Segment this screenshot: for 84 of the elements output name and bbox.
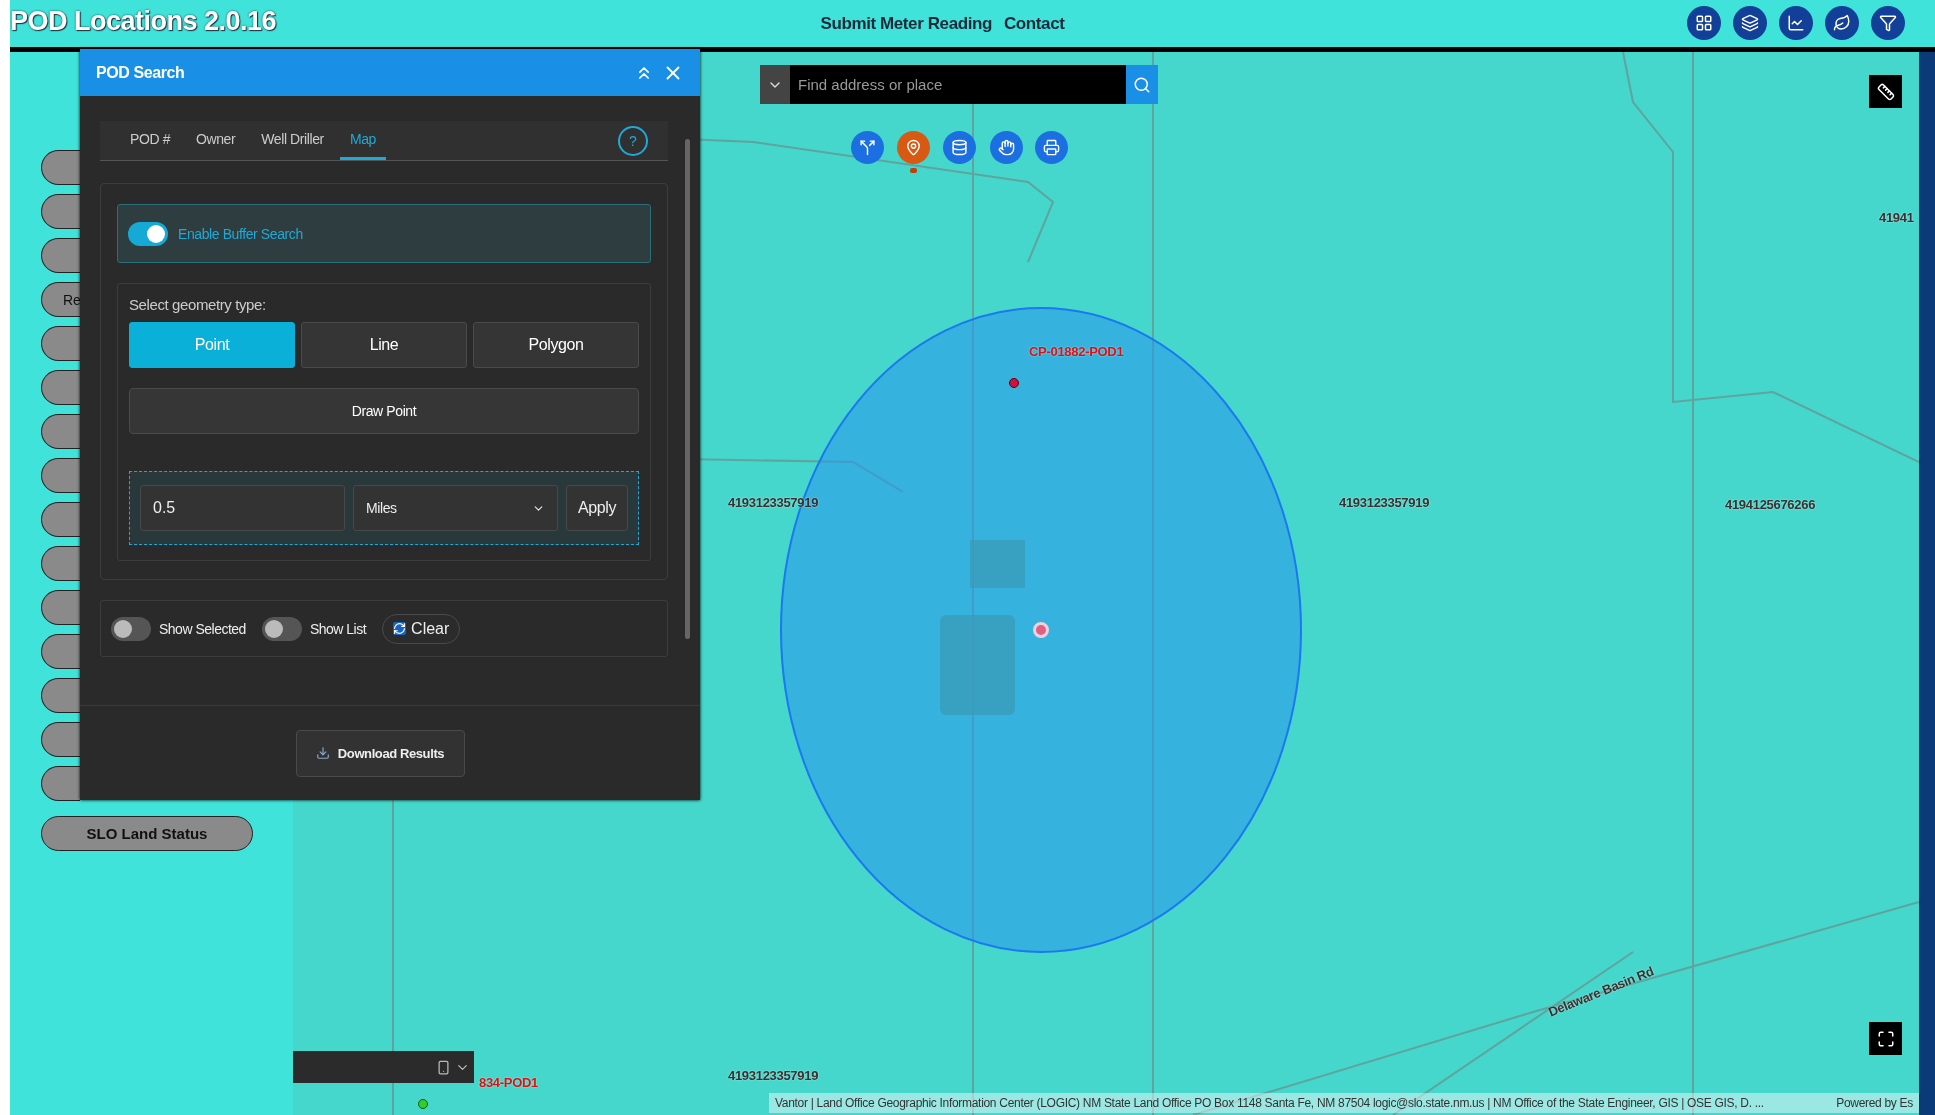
layer-button[interactable] [41,194,80,229]
parcel-label: 4193123357919 [728,1068,819,1083]
tab[interactable]: Well Driller [251,121,334,160]
search-field[interactable]: Find address or place [790,65,1126,104]
well-marker[interactable] [1009,378,1019,388]
layer-button[interactable] [41,414,80,449]
geometry-label: Select geometry type: [129,296,267,313]
layer-button[interactable]: SLO Land Status [41,816,253,851]
download-icon [315,746,330,760]
layer-button[interactable] [41,326,80,361]
distance-field[interactable]: 0.5 [140,485,345,531]
fullscreen-icon [1876,1029,1895,1048]
hand-icon [998,139,1015,156]
tab[interactable]: POD # [120,121,180,160]
database-tool-button[interactable] [943,131,976,164]
chart-button[interactable] [1779,6,1813,40]
layer-button[interactable] [41,590,80,625]
layer-button[interactable] [41,634,80,669]
well-marker[interactable] [418,1099,428,1109]
parcel-label: 4193123357919 [1339,495,1430,510]
toggle-label: Show List [309,620,367,637]
panel-title: POD Search [96,63,186,82]
filter-button[interactable] [1871,6,1905,40]
refresh-icon [393,622,407,635]
nav-link[interactable]: Contact [1004,13,1065,34]
tab[interactable]: Map [339,121,386,160]
printer-icon [1043,139,1060,156]
printer-tool-button[interactable] [1035,131,1068,164]
clear-button[interactable]: Clear [382,613,461,644]
parcel-label: 41941 [1879,210,1914,225]
search-button[interactable] [1126,65,1158,104]
layers-icon [1741,14,1759,32]
unit-select[interactable]: Miles [353,485,558,531]
layers-button[interactable] [1733,6,1767,40]
well-label: 834-POD1 [479,1075,539,1090]
pin-tool-button[interactable] [897,131,930,164]
layer-button[interactable] [41,678,80,713]
branch-icon [859,139,876,156]
download-button[interactable]: Download Results [295,729,465,777]
layer-button[interactable] [41,722,80,757]
pin-icon [905,139,922,156]
toggle-switch[interactable] [128,221,168,246]
toggle-label: Enable Buffer Search [178,225,303,242]
leaf-icon [1833,14,1851,32]
search-icon [1133,75,1151,94]
chart-icon [1787,14,1805,32]
database-icon [951,139,968,156]
layer-button[interactable] [41,238,80,273]
draw-button[interactable]: Draw Point [129,388,639,434]
layer-button[interactable]: Re [41,282,80,317]
fullscreen-button[interactable] [1869,1022,1902,1055]
toggle-switch[interactable] [111,616,151,641]
measure-button[interactable] [1869,75,1902,108]
toggle-switch[interactable] [261,616,302,641]
geometry-button[interactable]: Polygon [473,322,639,368]
layer-button[interactable] [41,370,80,405]
toggle-label: Show Selected [159,620,246,637]
ruler-icon [1876,82,1895,101]
well-label: CP-01882-POD1 [1029,344,1124,359]
layer-button[interactable] [41,766,80,801]
hand-tool-button[interactable] [990,131,1023,164]
help-button[interactable]: ? [618,125,648,156]
active-indicator [910,168,917,173]
layer-button[interactable] [41,546,80,581]
parcel-label: 4194125676266 [1725,497,1816,512]
leaf-button[interactable] [1825,6,1859,40]
powered-by-text: Powered by Es [1836,1096,1913,1110]
attribution-text: Vantor | Land Office Geographic Information Center (LOGIC) NM State Land Office PO Box 1148 Santa Fe, NM 87504 logic@slo.state.nm.us | NM Office of the State Engineer, GIS | OSE GIS, D. ... [775,1096,1764,1110]
dropdown-button[interactable] [760,65,790,104]
grid-icon [1695,14,1713,32]
apply-button[interactable]: Apply [566,485,628,531]
scrollbar-thumb[interactable] [684,139,690,639]
layer-button[interactable] [41,502,80,537]
nav-link[interactable]: Submit Meter Reading [820,13,992,34]
app-title: POD Locations 2.0.16 [10,6,277,37]
geometry-button[interactable]: Line [301,322,467,368]
filter-icon [1879,14,1897,32]
layer-button[interactable] [41,458,80,493]
building-block [970,540,1025,588]
phone-icon[interactable] [436,1059,451,1075]
layer-button[interactable] [41,150,80,185]
grid-button[interactable] [1687,6,1721,40]
branch-tool-button[interactable] [851,131,884,164]
tab[interactable]: Owner [186,121,246,160]
